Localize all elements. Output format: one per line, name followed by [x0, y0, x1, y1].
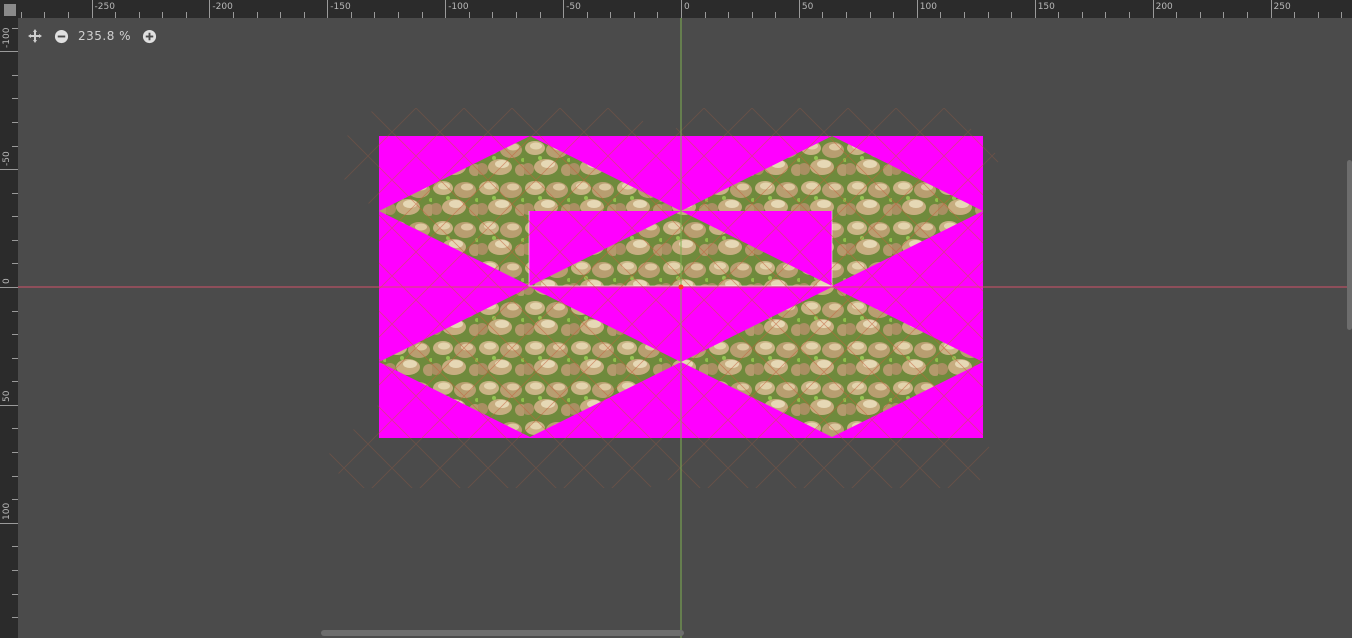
ruler-tick [563, 0, 565, 18]
ruler-tick [209, 0, 211, 18]
zoom-toolbar: 235.8 % [26, 27, 158, 45]
zoom-in-icon[interactable] [140, 27, 158, 45]
ruler-tick [1152, 0, 1154, 18]
horizontal-scrollbar[interactable] [321, 630, 684, 636]
ruler-tick [681, 0, 682, 18]
ruler-label-x: 200 [1155, 2, 1173, 12]
ruler-tick [916, 0, 918, 18]
ruler-tick [0, 404, 18, 406]
ruler-tick [91, 0, 93, 18]
ruler-label-y: 50 [2, 390, 12, 402]
ruler-label-x: 0 [684, 2, 690, 12]
ruler-tick [0, 287, 18, 288]
ruler-tick [1034, 0, 1036, 18]
ruler-label-y: -100 [2, 27, 12, 49]
ruler-tick [445, 0, 447, 18]
ruler-label-y: -50 [2, 151, 12, 167]
zoom-level-label: 235.8 % [78, 29, 132, 43]
horizontal-ruler[interactable]: -250 -200 -150 -100 -50 0 50 100 150 200 250 [18, 0, 1352, 18]
ruler-corner-handle [4, 4, 16, 16]
editor-canvas[interactable] [18, 18, 1352, 638]
ruler-label-x: -200 [212, 2, 233, 12]
ruler-label-x: 150 [1037, 2, 1055, 12]
ruler-label-x: -250 [94, 2, 115, 12]
move-arrows-icon[interactable] [26, 27, 44, 45]
ruler-label-y: 0 [2, 278, 12, 284]
ruler-tick [798, 0, 800, 18]
ruler-label-x: 50 [801, 2, 814, 12]
vertical-ruler[interactable]: -100 -50 0 50 100 [0, 18, 18, 638]
ruler-label-y: 100 [2, 502, 12, 520]
ruler-tick [0, 51, 18, 53]
ruler-tick [0, 522, 18, 524]
origin-marker[interactable] [678, 284, 684, 290]
ruler-label-x: -150 [330, 2, 351, 12]
ruler-label-x: -50 [566, 2, 581, 12]
ruler-tick [0, 169, 18, 171]
zoom-out-icon[interactable] [52, 27, 70, 45]
ruler-label-x: -100 [448, 2, 469, 12]
ruler-tick [1270, 0, 1272, 18]
canvas-svg [18, 18, 1352, 638]
ruler-label-x: 100 [919, 2, 937, 12]
vertical-scrollbar[interactable] [1347, 160, 1352, 330]
ruler-label-x: 250 [1273, 2, 1291, 12]
ruler-corner [0, 0, 18, 18]
ruler-tick [327, 0, 329, 18]
